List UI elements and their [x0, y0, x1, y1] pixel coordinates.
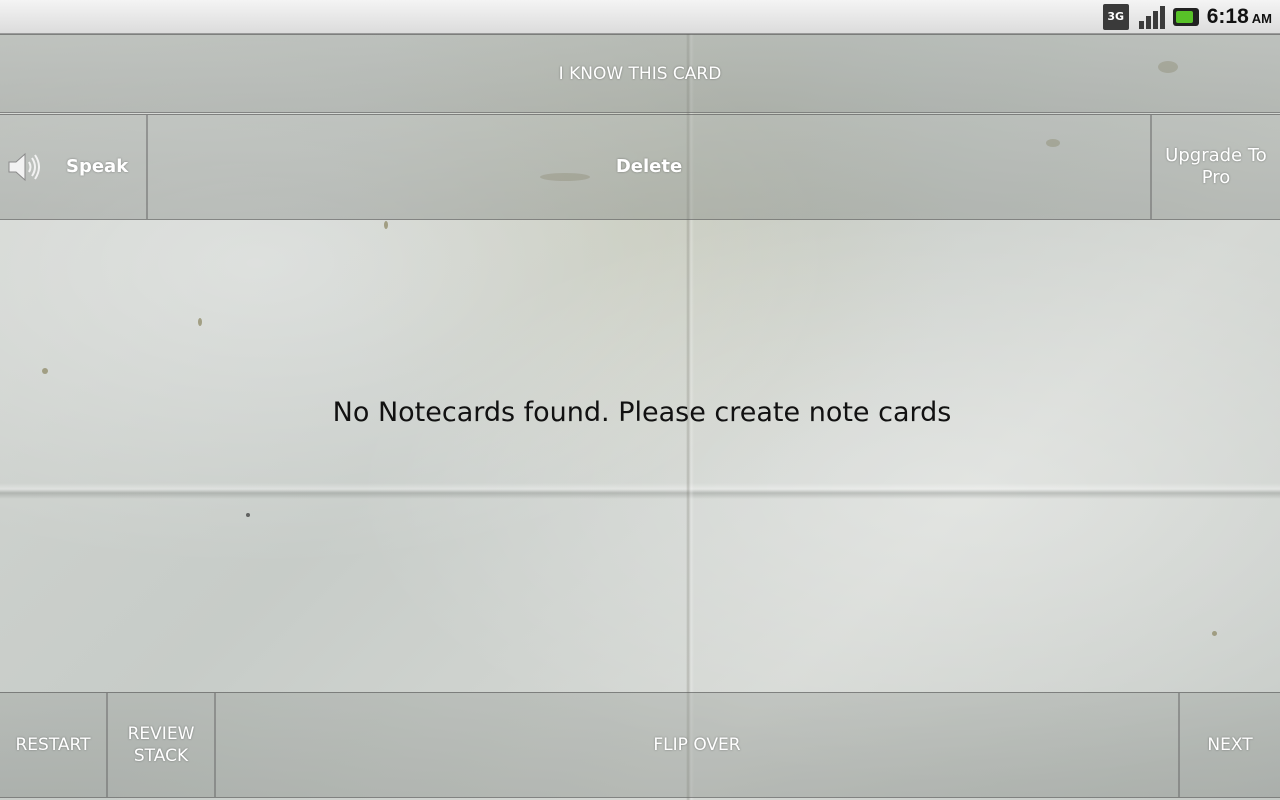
speaker-icon [8, 152, 40, 182]
flip-over-button[interactable]: FLIP OVER [216, 693, 1178, 797]
speak-label: Speak [66, 156, 129, 177]
speak-button[interactable]: Speak [0, 115, 148, 219]
signal-icon [1137, 4, 1165, 30]
battery-icon [1172, 7, 1199, 26]
3g-icon: 3G [1102, 3, 1129, 30]
clock-time: 6:18 [1206, 4, 1249, 28]
empty-state-message: No Notecards found. Please create note c… [332, 397, 952, 428]
status-bar: 3G 6:18 AM [0, 0, 1280, 34]
paper-speck [246, 513, 250, 517]
clock-ampm: AM [1251, 10, 1272, 26]
upgrade-to-pro-button[interactable]: Upgrade To Pro [1152, 115, 1280, 219]
paper-speck [198, 318, 202, 326]
paper-speck [42, 368, 48, 374]
paper-speck [1212, 631, 1217, 636]
status-icons: 3G 6:18 AM [1102, 0, 1272, 33]
restart-button[interactable]: RESTART [0, 693, 108, 797]
bottom-nav-bar: RESTART REVIEW STACK FLIP OVER NEXT [0, 692, 1280, 798]
i-know-this-card-button[interactable]: I KNOW THIS CARD [0, 35, 1280, 112]
status-clock: 6:18 AM [1207, 5, 1272, 29]
delete-button[interactable]: Delete [148, 115, 1152, 219]
review-stack-button[interactable]: REVIEW STACK [108, 693, 216, 797]
action-bar: Speak Delete Upgrade To Pro [0, 114, 1280, 220]
paper-speck [384, 221, 388, 229]
know-card-bar: I KNOW THIS CARD [0, 34, 1280, 113]
next-button[interactable]: NEXT [1178, 693, 1280, 797]
